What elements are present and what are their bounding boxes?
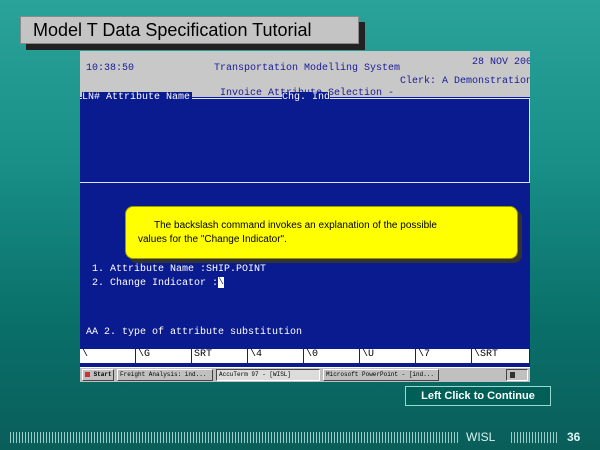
start-button[interactable]: Start [82,369,114,381]
callout-line-1: The backslash command invokes an explana… [154,220,437,231]
page-number: 36 [567,430,581,444]
tutorial-callout: The backslash command invokes an explana… [125,206,518,259]
help-line: AA 2. type of attribute substitution [86,327,303,338]
taskbar-item-powerpoint[interactable]: Microsoft PowerPoint - [ind... [323,369,439,381]
grid-header-left: LN# Attribute Name [82,92,193,103]
terminal-date: 28 NOV 2000 [472,57,530,68]
terminal-header: 10:38:50 Transportation Modelling System… [80,51,530,99]
fkey-7[interactable]: \7 [416,349,472,363]
fkey-4[interactable]: \4 [248,349,304,363]
terminal-clerk: Clerk: A Demonstration [400,76,530,87]
change-indicator-input[interactable]: \ [218,277,225,288]
fkey-5[interactable]: \0 [304,349,360,363]
fkey-6[interactable]: \U [360,349,416,363]
terminal-time: 10:38:50 [86,63,135,74]
taskbar-item-freight[interactable]: Freight Analysis: ind... [117,369,213,381]
footer-org: WISL [466,430,496,444]
speaker-icon [510,372,515,378]
slide-title: Model T Data Specification Tutorial [20,16,359,44]
footer-decor-right [511,432,559,443]
footer-decor-left [10,432,460,443]
terminal-system-name: Transportation Modelling System [214,63,401,74]
taskbar-item-accuterm[interactable]: AccuTerm 97 - [WISL] [216,369,320,381]
function-key-bar: \ \G SRT \4 \0 \U \7 \SRT [80,349,530,363]
fkey-2[interactable]: \G [136,349,192,363]
change-indicator-field[interactable]: 2. Change Indicator :\ [92,277,225,290]
change-indicator-label: 2. Change Indicator : [92,278,219,290]
callout-line-2: values for the "Change Indicator". [138,234,287,245]
fkey-1[interactable]: \ [80,349,136,363]
windows-taskbar: Start Freight Analysis: ind... AccuTerm … [80,367,530,382]
grid-header-right: Chg. Ind [282,92,331,103]
attribute-grid: LN# Attribute Name Chg. Ind [80,92,530,183]
system-tray [506,369,528,381]
continue-button[interactable]: Left Click to Continue [405,386,551,406]
start-label: Start [93,371,112,378]
fkey-3[interactable]: SRT [192,349,248,363]
windows-logo-icon [85,371,90,377]
terminal-window[interactable]: 10:38:50 Transportation Modelling System… [80,51,530,382]
fkey-8[interactable]: \SRT [472,349,530,363]
attribute-name-field[interactable]: 1. Attribute Name :SHIP.POINT [92,264,266,275]
